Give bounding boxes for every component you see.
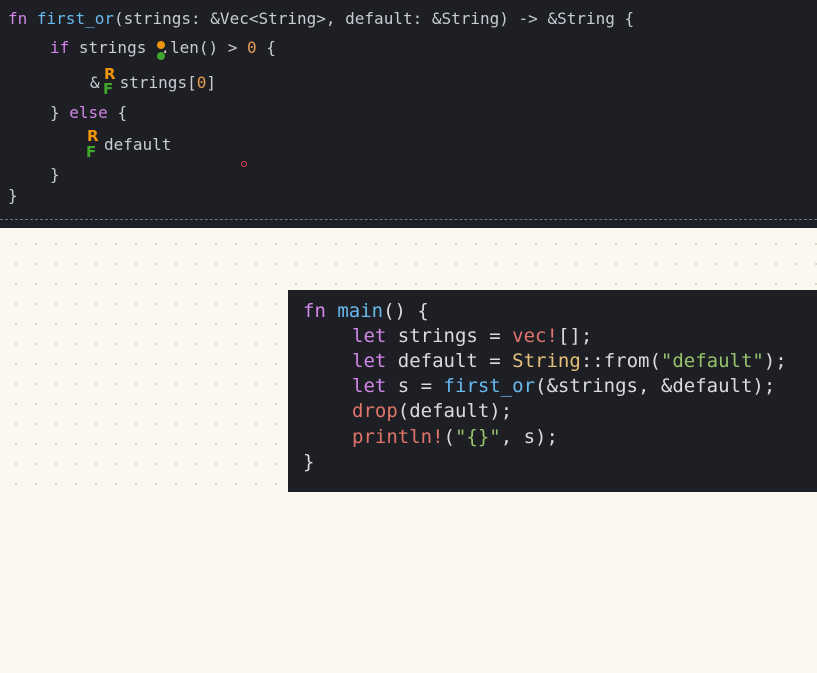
function-name: first_or	[36, 9, 114, 28]
main-line-6: println!("{}", s);	[352, 425, 558, 451]
read-permission-marker: R	[87, 127, 99, 145]
code-text: , s);	[500, 426, 558, 448]
flow-permission-marker: F	[103, 80, 114, 98]
function-signature: (strings: &Vec<String>, default: &String…	[113, 9, 635, 28]
ampersand: &	[90, 73, 100, 92]
code-text: {	[256, 38, 276, 57]
main-line-7: }	[303, 450, 314, 476]
brace: {	[107, 103, 128, 122]
string-literal: "default"	[660, 350, 764, 372]
code-text: s =	[386, 375, 444, 397]
code-text: default =	[386, 350, 513, 372]
code-text: () {	[383, 300, 429, 322]
main-function-code: fn main() { let strings = vec![]; let de…	[288, 290, 787, 673]
function-call: first_or	[443, 375, 536, 397]
top-code-panel: fn first_or(strings: &Vec<String>, defau…	[0, 0, 817, 228]
main-line-4: let s = first_or(&strings, &default);	[352, 374, 775, 400]
code-text: .len() >	[160, 38, 248, 57]
keyword: let	[352, 375, 387, 397]
identifier: strings[	[119, 73, 197, 92]
identifier: default	[104, 135, 172, 154]
code-text: (	[443, 426, 455, 448]
function-name: main	[337, 300, 384, 322]
brace: }	[50, 103, 60, 122]
macro: println!	[352, 426, 444, 448]
keyword: fn	[8, 9, 28, 28]
code-line-1: fn first_or(strings: &Vec<String>, defau…	[8, 9, 634, 29]
permission-dot-green	[157, 52, 165, 60]
keyword: else	[59, 103, 108, 122]
brace: }	[8, 186, 18, 205]
code-line-6: }	[50, 165, 60, 185]
number-literal: 0	[196, 73, 207, 92]
main-line-2: let strings = vec![];	[352, 324, 592, 350]
function-call: drop	[352, 400, 398, 422]
number-literal: 0	[247, 38, 257, 57]
read-permission-marker: R	[104, 65, 116, 83]
main-line-3: let default = String::from("default");	[352, 349, 787, 375]
code-line-7: }	[8, 186, 18, 206]
code-text: ]	[206, 73, 216, 92]
code-text: (&strings, &default);	[535, 375, 776, 397]
brace: }	[50, 165, 60, 184]
code-text: strings =	[386, 325, 513, 347]
flow-permission-marker: F	[86, 143, 97, 161]
keyword: let	[352, 325, 387, 347]
mouse-cursor	[241, 161, 247, 167]
code-text: (default);	[397, 400, 513, 422]
main-line-1: fn main() {	[303, 299, 429, 325]
main-code-panel: fn main() { let strings = vec![]; let de…	[288, 290, 817, 492]
brace: }	[303, 451, 315, 473]
code-text: ::from(	[580, 350, 661, 372]
code-text: [];	[557, 325, 593, 347]
type-name: String	[512, 350, 581, 372]
permission-dot-orange	[157, 41, 165, 49]
string-literal: "{}"	[454, 426, 501, 448]
keyword: fn	[303, 300, 326, 322]
identifier: strings	[69, 38, 147, 57]
keyword: let	[352, 350, 387, 372]
macro: vec!	[512, 325, 558, 347]
main-line-5: drop(default);	[352, 399, 512, 425]
code-line-4: } else {	[50, 103, 127, 123]
code-text: );	[763, 350, 787, 372]
code-line-5: default	[104, 135, 171, 155]
keyword: if	[50, 38, 70, 57]
separator-line	[0, 219, 817, 220]
